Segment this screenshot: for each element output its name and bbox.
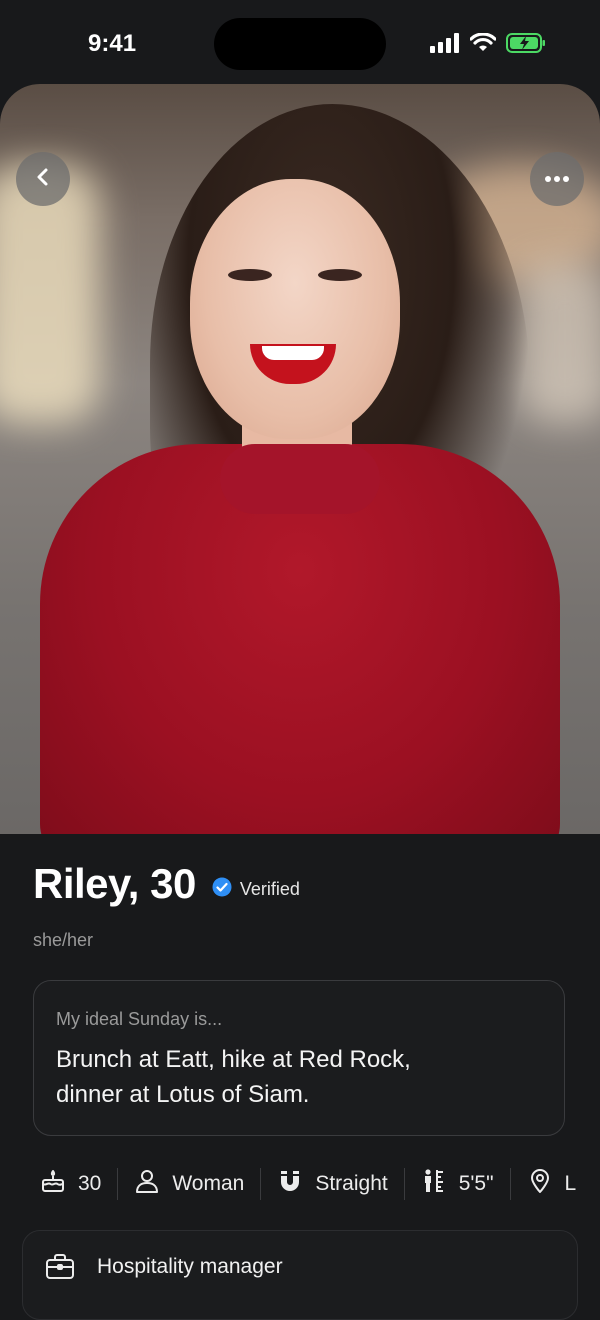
status-time: 9:41 [88, 30, 137, 57]
magnet-icon [277, 1168, 303, 1200]
briefcase-icon [45, 1253, 75, 1286]
person-icon [134, 1168, 160, 1200]
job-title: Hospitality manager [97, 1255, 283, 1278]
back-button[interactable] [16, 152, 70, 206]
attribute-age: 30 [40, 1168, 101, 1200]
attribute-orientation: Straight [277, 1168, 388, 1200]
attribute-location-label: L [564, 1172, 577, 1195]
more-options-button[interactable] [530, 152, 584, 206]
verified-check-icon [212, 877, 232, 902]
battery-charging-icon [506, 33, 546, 53]
cellular-signal-icon [430, 33, 460, 53]
prompt-card[interactable]: My ideal Sunday is... Brunch at Eatt, hi… [33, 980, 565, 1136]
attribute-divider [509, 1168, 511, 1200]
profile-photo[interactable] [0, 84, 600, 834]
profile-name-age: Riley, 30 [33, 860, 196, 907]
photo-teeth [262, 346, 324, 360]
verified-label: Verified [239, 878, 300, 899]
attribute-orientation-label: Straight [315, 1172, 388, 1195]
profile-pronouns: she/her [33, 930, 94, 950]
wifi-icon [470, 33, 496, 53]
photo-bokeh [520, 264, 600, 424]
attribute-height-label: 5'5" [458, 1172, 494, 1195]
chevron-left-icon [32, 166, 54, 193]
status-bar: 9:41 [0, 0, 600, 84]
attribute-age-label: 30 [78, 1172, 102, 1195]
attribute-height: 5'5" [421, 1168, 494, 1200]
attribute-gender-label: Woman [172, 1172, 245, 1195]
profile-header: Riley, 30 Verified [33, 860, 300, 908]
location-pin-icon [527, 1168, 553, 1200]
dynamic-island [214, 18, 386, 70]
job-card[interactable]: Hospitality manager [22, 1230, 578, 1320]
prompt-answer: Brunch at Eatt, hike at Red Rock, dinner… [56, 1046, 411, 1108]
attribute-divider [117, 1168, 119, 1200]
ellipsis-icon [544, 170, 570, 188]
photo-eye [228, 269, 272, 281]
photo-collar [220, 444, 380, 514]
profile-attributes[interactable]: 30 Woman Straight 5'5" L [40, 1163, 600, 1205]
attribute-divider [260, 1168, 262, 1200]
attribute-location: L [527, 1168, 577, 1200]
photo-eye [318, 269, 362, 281]
cake-icon [40, 1168, 66, 1200]
attribute-gender: Woman [134, 1168, 244, 1200]
photo-face [190, 179, 400, 439]
prompt-question: My ideal Sunday is... [56, 1009, 223, 1029]
status-icons [430, 33, 546, 53]
height-icon [421, 1168, 447, 1200]
verified-badge[interactable]: Verified [212, 877, 300, 902]
attribute-divider [403, 1168, 405, 1200]
